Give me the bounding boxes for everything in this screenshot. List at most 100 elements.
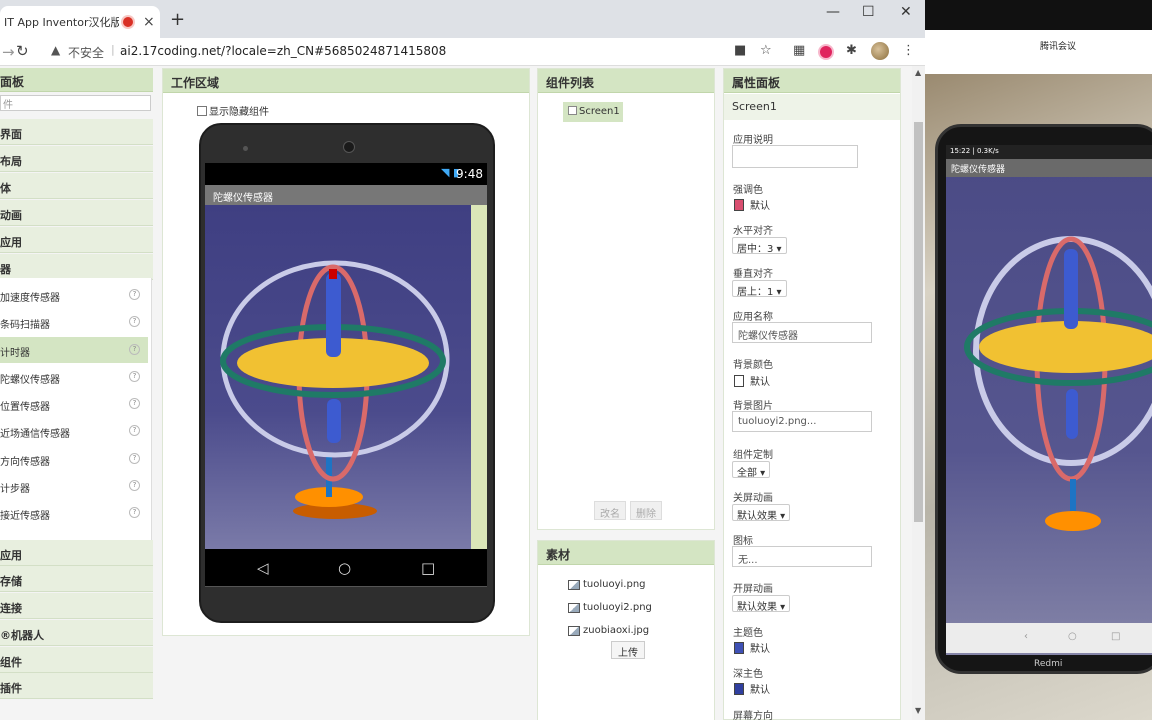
new-tab-button[interactable]: + [170, 9, 185, 30]
rename-button[interactable]: 改名 [594, 501, 626, 520]
profile-avatar[interactable] [871, 42, 889, 60]
category-storage[interactable]: 存储 [0, 566, 153, 592]
valign-select[interactable]: 居上：1 ▾ [732, 280, 787, 298]
asset-item[interactable]: tuoluoyi2.png [568, 602, 652, 613]
primary-color-picker[interactable]: 默认 [734, 640, 770, 655]
accent-color-picker[interactable]: 默认 [734, 197, 770, 212]
sensor-gyroscope[interactable]: 陀螺仪传感器? [0, 364, 148, 390]
screen1-tree-node[interactable]: Screen1 [563, 102, 623, 122]
primary-dark-picker[interactable]: 默认 [734, 681, 770, 696]
scroll-down-arrow-icon[interactable]: ▼ [915, 706, 921, 715]
help-icon[interactable]: ? [129, 371, 140, 382]
category-extensions[interactable]: 插件 [0, 673, 153, 699]
sensor-proximity[interactable]: 接近传感器? [0, 500, 148, 526]
recents-square-icon[interactable]: □ [421, 559, 435, 577]
sensor-clock[interactable]: 计时器? [0, 337, 148, 363]
gyro-axis-top [326, 273, 341, 357]
home-circle-icon[interactable]: ○ [338, 559, 351, 577]
page-scrollbar[interactable]: ▲ ▼ [912, 66, 925, 720]
category-social[interactable]: 应用 [0, 540, 153, 566]
record-extension-icon[interactable] [820, 46, 832, 58]
minimize-button[interactable]: — [826, 4, 840, 20]
meeting-video-feed: 15:22 | 0.3K/s 陀螺仪传感器 ‹ ○ □ Redmi [925, 74, 1152, 720]
asset-item[interactable]: tuoluoyi.png [568, 579, 646, 590]
open-anim-label: 开屏动画 [733, 584, 773, 595]
category-app[interactable]: 应用 [0, 227, 153, 253]
bg-image-label: 背景图片 [733, 401, 773, 412]
browser-toolbar: → ↻ ▲ 不安全 | ai2.17coding.net/?locale=zh_… [0, 38, 925, 66]
bg-color-value: 默认 [750, 377, 770, 388]
warning-icon[interactable]: ▲ [51, 43, 60, 57]
category-ui[interactable]: 界面 [0, 119, 153, 145]
upload-button[interactable]: 上传 [611, 641, 645, 659]
back-triangle-icon[interactable]: ◁ [257, 559, 269, 577]
category-connectivity[interactable]: 连接 [0, 593, 153, 619]
help-icon[interactable]: ? [129, 289, 140, 300]
qr-code-icon[interactable]: ▦ [793, 43, 805, 58]
scroll-up-arrow-icon[interactable]: ▲ [915, 68, 921, 77]
sensor-barcode[interactable]: 条码扫描器? [0, 309, 148, 335]
video-gyro-axis-bottom [1066, 389, 1078, 439]
tab-close-icon[interactable]: × [143, 14, 155, 30]
category-robot[interactable]: ®机器人 [0, 620, 153, 646]
scroll-thumb[interactable] [914, 122, 923, 522]
camera-icon[interactable]: ■ [734, 43, 746, 58]
sensor-location[interactable]: 位置传感器? [0, 391, 148, 417]
category-components[interactable]: 组件 [0, 647, 153, 673]
sensor-accelerometer[interactable]: 加速度传感器? [0, 282, 148, 308]
video-phone-status: 15:22 | 0.3K/s [946, 145, 1152, 159]
help-icon[interactable]: ? [129, 398, 140, 409]
palette-header: 面板 [0, 68, 153, 92]
help-icon[interactable]: ? [129, 344, 140, 355]
category-animation[interactable]: 动画 [0, 200, 153, 226]
customize-select[interactable]: 全部 ▾ [732, 461, 771, 479]
help-icon[interactable]: ? [129, 316, 140, 327]
address-bar[interactable]: ai2.17coding.net/?locale=zh_CN#568502487… [120, 44, 446, 58]
sensor-orientation[interactable]: 方向传感器? [0, 446, 148, 472]
close-anim-select[interactable]: 默认效果 ▾ [732, 504, 791, 522]
screen-canvas[interactable] [205, 205, 471, 549]
help-icon[interactable]: ? [129, 507, 140, 518]
workspace-header: 工作区域 [163, 69, 529, 93]
bg-color-label: 背景颜色 [733, 360, 773, 371]
help-icon[interactable]: ? [129, 480, 140, 491]
reload-icon[interactable]: ↻ [16, 42, 29, 60]
security-label[interactable]: 不安全 [68, 44, 104, 61]
video-recents-icon: □ [1111, 631, 1121, 642]
tab-title: IT App Inventor汉化版 [4, 16, 119, 29]
sensor-label: 近场通信传感器 [0, 429, 70, 440]
asset-name: tuoluoyi.png [583, 579, 646, 590]
primary-dark-swatch [734, 682, 744, 695]
halign-select[interactable]: 居中：3 ▾ [732, 237, 787, 255]
image-file-icon [568, 602, 580, 613]
bg-color-picker[interactable]: 默认 [734, 373, 770, 388]
extensions-puzzle-icon[interactable]: ✱ [846, 43, 857, 58]
asset-item[interactable]: zuobiaoxi.jpg [568, 625, 649, 636]
sensor-nfc[interactable]: 近场通信传感器? [0, 418, 148, 444]
checkbox-box[interactable] [197, 105, 207, 116]
app-description-input[interactable] [732, 145, 858, 168]
maximize-button[interactable]: ☐ [862, 4, 875, 20]
bookmark-star-icon[interactable]: ☆ [760, 43, 772, 58]
app-name-input[interactable]: 陀螺仪传感器 [732, 322, 872, 343]
video-phone: 15:22 | 0.3K/s 陀螺仪传感器 ‹ ○ □ Redmi [935, 124, 1152, 674]
category-sensors[interactable]: 器 [0, 254, 153, 280]
category-layout[interactable]: 布局 [0, 146, 153, 172]
back-arrow-icon[interactable]: → [2, 43, 15, 61]
menu-kebab-icon[interactable]: ⋮ [902, 43, 915, 58]
help-icon[interactable]: ? [129, 453, 140, 464]
bg-image-input[interactable]: tuoluoyi2.png... [732, 411, 872, 432]
sensor-list: 加速度传感器? 条码扫描器? 计时器? 陀螺仪传感器? 位置传感器? 近场通信传… [0, 278, 152, 540]
browser-tab[interactable]: IT App Inventor汉化版 × [0, 6, 160, 38]
window-close-button[interactable]: ✕ [900, 4, 912, 20]
accent-color-value: 默认 [750, 201, 770, 212]
sensor-pedometer[interactable]: 计步器? [0, 473, 148, 499]
palette-search-input[interactable]: 件 [0, 95, 151, 111]
show-hidden-checkbox[interactable]: 显示隐藏组件 [197, 103, 269, 118]
category-media[interactable]: 体 [0, 173, 153, 199]
help-icon[interactable]: ? [129, 425, 140, 436]
video-phone-screen: 15:22 | 0.3K/s 陀螺仪传感器 ‹ ○ □ [946, 145, 1152, 655]
open-anim-select[interactable]: 默认效果 ▾ [732, 595, 791, 613]
icon-input[interactable]: 无... [732, 546, 872, 567]
delete-button[interactable]: 删除 [630, 501, 662, 520]
